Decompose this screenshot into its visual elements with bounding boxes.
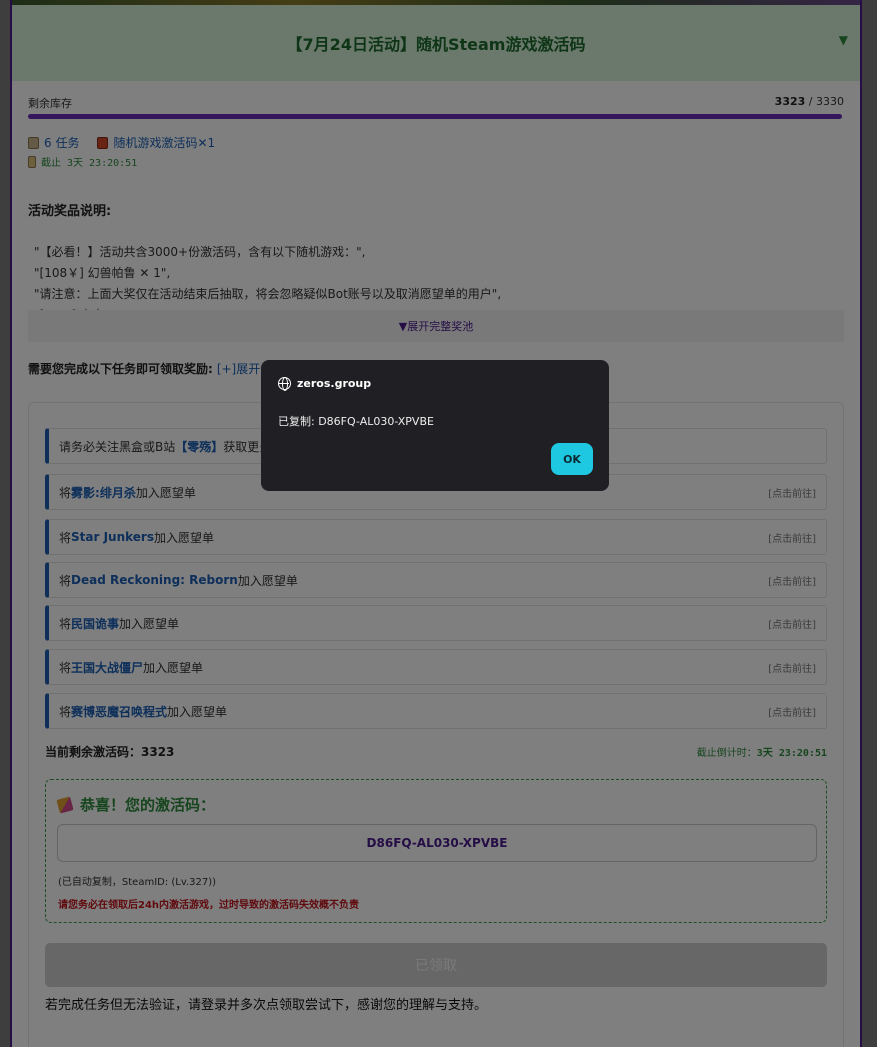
globe-icon [278,377,291,391]
modal-overlay [0,0,877,1047]
dialog-message: 已复制: D86FQ-AL030-XPVBE [278,415,434,428]
dialog-origin: zeros.group [278,377,372,391]
copy-alert-dialog: zeros.group 已复制: D86FQ-AL030-XPVBE OK [261,360,609,491]
ok-button[interactable]: OK [551,443,593,475]
dialog-origin-text: zeros.group [297,377,372,390]
